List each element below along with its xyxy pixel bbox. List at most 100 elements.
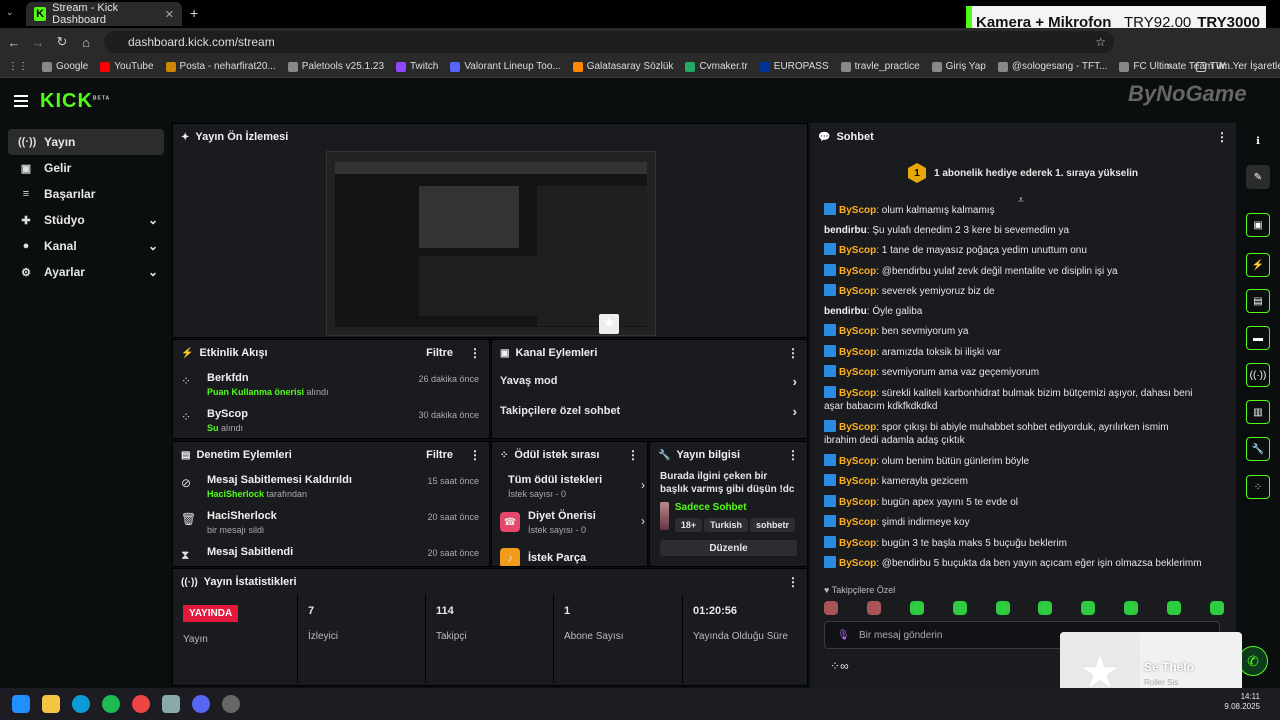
emote-icon[interactable] — [1124, 601, 1139, 615]
url-input[interactable]: dashboard.kick.com/stream ☆ — [104, 31, 1114, 53]
bolt-icon[interactable]: ⚡ — [1246, 253, 1270, 277]
edit-stream-button[interactable]: Düzenle — [660, 540, 797, 556]
bookmark-item[interactable]: EUROPASS — [754, 61, 835, 72]
more-options-icon[interactable]: ⋮ — [469, 346, 481, 360]
apps-grid-icon[interactable]: ⋮⋮ — [0, 61, 36, 72]
chat-username[interactable]: bendirbu — [824, 306, 867, 317]
chat-bubble-icon[interactable]: ▬ — [1246, 326, 1270, 350]
emote-icon[interactable] — [866, 601, 881, 615]
bookmark-item[interactable]: Giriş Yap — [926, 61, 992, 72]
bookmark-item[interactable]: Valorant Lineup Too... — [444, 61, 566, 72]
sidebar-item-kanal[interactable]: ● Kanal ⌄ — [8, 233, 164, 259]
reward-row-song[interactable]: ♪ İstek Parça — [492, 540, 647, 566]
more-options-icon[interactable]: ⋮ — [787, 346, 799, 360]
back-icon[interactable]: ← — [2, 35, 26, 50]
chat-username[interactable]: ByScop — [839, 266, 876, 277]
bookmark-item[interactable]: Paletools v25.1.23 — [282, 61, 390, 72]
more-options-icon[interactable]: ⋮ — [627, 448, 639, 462]
bookmark-item[interactable]: Galatasaray Sözlük — [567, 61, 680, 72]
more-options-icon[interactable]: ⋮ — [787, 448, 799, 462]
hamburger-menu-icon[interactable] — [14, 95, 28, 107]
chat-username[interactable]: ByScop — [839, 286, 876, 297]
discord-icon[interactable] — [192, 695, 210, 713]
emote-icon[interactable] — [1209, 601, 1224, 615]
chat-username[interactable]: ByScop — [839, 497, 876, 508]
bookmark-item[interactable]: travle_practice — [835, 61, 926, 72]
chat-username[interactable]: ByScop — [839, 517, 876, 528]
chat-username[interactable]: ByScop — [839, 558, 876, 569]
reload-icon[interactable]: ↻ — [50, 34, 74, 50]
tab-search-icon[interactable]: ⌄ — [6, 7, 14, 18]
bookmark-star-icon[interactable]: ☆ — [1095, 31, 1106, 53]
reward-row-all[interactable]: Tüm ödül istekleri İstek sayısı - 0 › — [492, 468, 647, 504]
all-bookmarks-folder[interactable]: Tüm Yer İşaretleri — [1190, 61, 1280, 72]
camera-icon[interactable]: ▣ — [1246, 213, 1270, 237]
emote-icon[interactable] — [952, 601, 967, 615]
browser-tab-kick[interactable]: K Stream - Kick Dashboard ✕ — [26, 2, 182, 26]
forward-icon[interactable]: → — [26, 35, 50, 50]
moderation-filter-button[interactable]: Filtre — [426, 449, 453, 461]
chat-username[interactable]: ByScop — [839, 476, 876, 487]
bookmark-item[interactable]: Cvmaker.tr — [679, 61, 753, 72]
new-tab-icon[interactable]: + — [190, 5, 198, 21]
app-icon[interactable] — [162, 695, 180, 713]
broadcast-icon[interactable]: ((·)) — [1246, 363, 1270, 387]
action-followers-only[interactable]: Takipçilere özel sohbet › — [492, 396, 807, 426]
bookmark-item[interactable]: Posta - neharfirat20... — [160, 61, 282, 72]
tab-close-icon[interactable]: ✕ — [165, 8, 174, 21]
stream-preview-video[interactable]: ★ — [326, 151, 656, 336]
category-name[interactable]: Sadece Sohbet — [675, 502, 797, 513]
edit-pencil-icon[interactable]: ✎ — [1246, 165, 1270, 189]
more-bookmarks-icon[interactable]: » — [1160, 61, 1178, 72]
chat-username[interactable]: bendirbu — [824, 225, 867, 236]
bookmark-item[interactable]: @sologesang - TFT... — [992, 61, 1114, 72]
chat-username[interactable]: ByScop — [839, 347, 876, 358]
home-icon[interactable]: ⌂ — [74, 35, 98, 50]
chat-username[interactable]: ByScop — [839, 326, 876, 337]
spotify-icon[interactable] — [102, 695, 120, 713]
action-slow-mode[interactable]: Yavaş mod › — [492, 366, 807, 396]
more-options-icon[interactable]: ⋮ — [787, 575, 799, 589]
emote-icon[interactable] — [1038, 601, 1053, 615]
emote-icon[interactable] — [1081, 601, 1096, 615]
sidebar-item-yayin[interactable]: ((·)) Yayın — [8, 129, 164, 155]
emote-icon[interactable] — [1167, 601, 1181, 615]
bookmark-item[interactable]: YouTube — [94, 61, 159, 72]
wrench-icon[interactable]: 🔧 — [1246, 437, 1270, 461]
more-options-icon[interactable]: ⋮ — [469, 448, 481, 462]
info-icon[interactable]: ℹ — [1246, 129, 1270, 153]
chat-username[interactable]: ByScop — [839, 388, 876, 399]
activity-filter-button[interactable]: Filtre — [426, 347, 453, 359]
chrome-icon[interactable] — [132, 695, 150, 713]
sidebar-item-basarilar[interactable]: ≡ Başarılar — [8, 181, 164, 207]
panels-icon[interactable]: ▥ — [1246, 400, 1270, 424]
whatsapp-icon[interactable]: ✆ — [1238, 646, 1268, 676]
system-clock[interactable]: 14:11 9.08.2025 — [1224, 692, 1260, 713]
windows-start-icon[interactable] — [12, 695, 30, 713]
sidebar-item-gelir[interactable]: ▣ Gelir — [8, 155, 164, 181]
chat-username[interactable]: ByScop — [839, 422, 876, 433]
channel-points[interactable]: ⁘∞ — [830, 659, 849, 673]
chat-username[interactable]: ByScop — [839, 367, 876, 378]
kick-logo[interactable]: KICKBETA — [40, 90, 110, 113]
sidebar-item-studyo[interactable]: ✚ Stüdyo ⌄ — [8, 207, 164, 233]
emote-icon[interactable] — [909, 601, 924, 615]
chat-username[interactable]: ByScop — [839, 205, 876, 216]
chat-username[interactable]: ByScop — [839, 456, 876, 467]
chat-username[interactable]: ByScop — [839, 538, 876, 549]
emote-icon[interactable] — [995, 601, 1010, 615]
edge-icon[interactable] — [72, 695, 90, 713]
chat-username[interactable]: ByScop — [839, 245, 876, 256]
steam-icon[interactable] — [222, 695, 240, 713]
list-icon[interactable]: ▤ — [1246, 289, 1270, 313]
points-icon[interactable]: ⁘ — [1246, 475, 1270, 499]
file-explorer-icon[interactable] — [42, 695, 60, 713]
chat-message-list: ByScop: olum kalmamış kalmamış bendirbu: … — [824, 203, 1204, 577]
more-options-icon[interactable]: ⋮ — [1216, 130, 1228, 144]
bookmark-item[interactable]: Google — [36, 61, 94, 72]
gift-sub-banner[interactable]: 1 1 abonelik hediye ederek 1. sıraya yük… — [810, 151, 1236, 195]
sidebar-item-ayarlar[interactable]: ⚙ Ayarlar ⌄ — [8, 259, 164, 285]
reward-row-diet[interactable]: ☎ Diyet Önerisi İstek sayısı - 0 › — [492, 504, 647, 540]
bookmark-item[interactable]: Twitch — [390, 61, 444, 72]
emote-icon[interactable] — [824, 601, 838, 615]
